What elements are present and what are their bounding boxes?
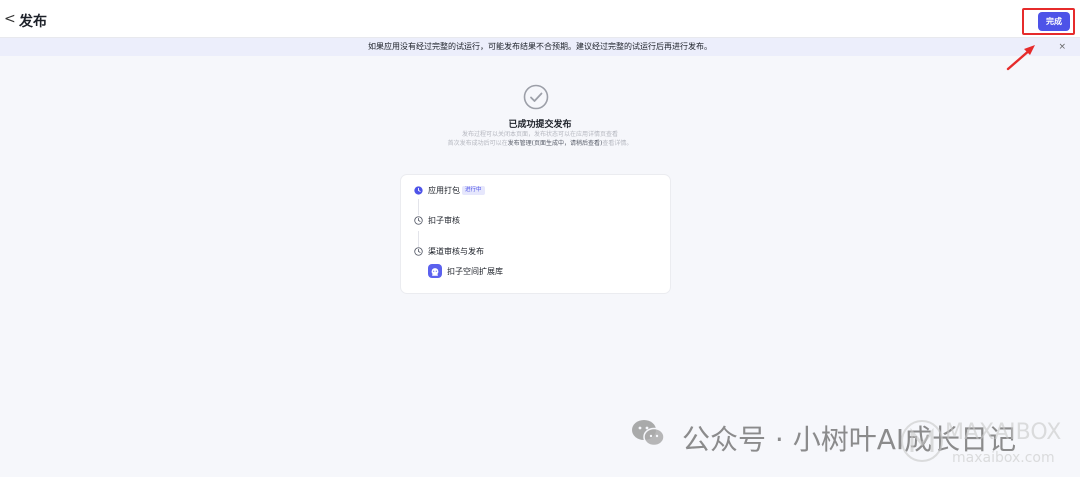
progress-clock-icon [414, 186, 423, 195]
step-connector [418, 231, 419, 247]
channel-label: 扣子空间扩展库 [447, 267, 503, 276]
step-label: 渠道审核与发布 [428, 247, 484, 256]
step-label: 应用打包 [428, 186, 460, 195]
success-description: 发布过程可以关闭本页面，发布状态可以在应用详情页查看 [461, 131, 618, 138]
page-title: 发布 [19, 14, 47, 30]
publish-steps-card: 应用打包 进行中 扣子审核 渠道审核与发布 扣子空间扩展库 [400, 174, 671, 294]
clock-icon [414, 247, 423, 256]
step-label: 扣子审核 [428, 216, 460, 225]
annotation-arrow-icon [1006, 45, 1035, 71]
annotation-highlight-box: 完成 [1022, 8, 1075, 35]
hint-prefix: 首次发布成功后可以在 [447, 140, 508, 147]
clock-icon [414, 216, 423, 225]
wechat-icon [632, 420, 665, 447]
coze-space-icon [428, 264, 442, 278]
watermark-brand: MAXAIBOX [945, 420, 1062, 445]
success-hint: 首次发布成功后可以在发布管理(页面生成中，请稍后查看)查看详情。 [0, 138, 1080, 147]
done-button[interactable]: 完成 [1038, 12, 1070, 31]
close-icon[interactable]: × [1058, 38, 1066, 56]
maxaibox-logo-icon [901, 420, 943, 462]
check-circle-icon [523, 84, 549, 110]
trial-run-notice: 如果应用没有经过完整的试运行，可能发布结果不合预期。建议经过完整的试运行后再进行… [0, 38, 1080, 56]
watermark-url: maxaibox.com [952, 450, 1055, 466]
top-bar: < 发布 完成 [0, 0, 1080, 38]
step-connector [418, 199, 419, 215]
release-management-link[interactable]: 发布管理(页面生成中，请稍后查看) [508, 140, 603, 147]
back-arrow-icon[interactable]: < [4, 11, 18, 27]
watermark: 公众号 · 小树叶AI成长日记 MAXAIBOX maxaibox.com [630, 412, 1070, 472]
in-progress-badge: 进行中 [462, 186, 485, 195]
hint-suffix: 查看详情。 [602, 140, 633, 147]
notice-text: 如果应用没有经过完整的试运行，可能发布结果不合预期。建议经过完整的试运行后再进行… [368, 42, 712, 51]
